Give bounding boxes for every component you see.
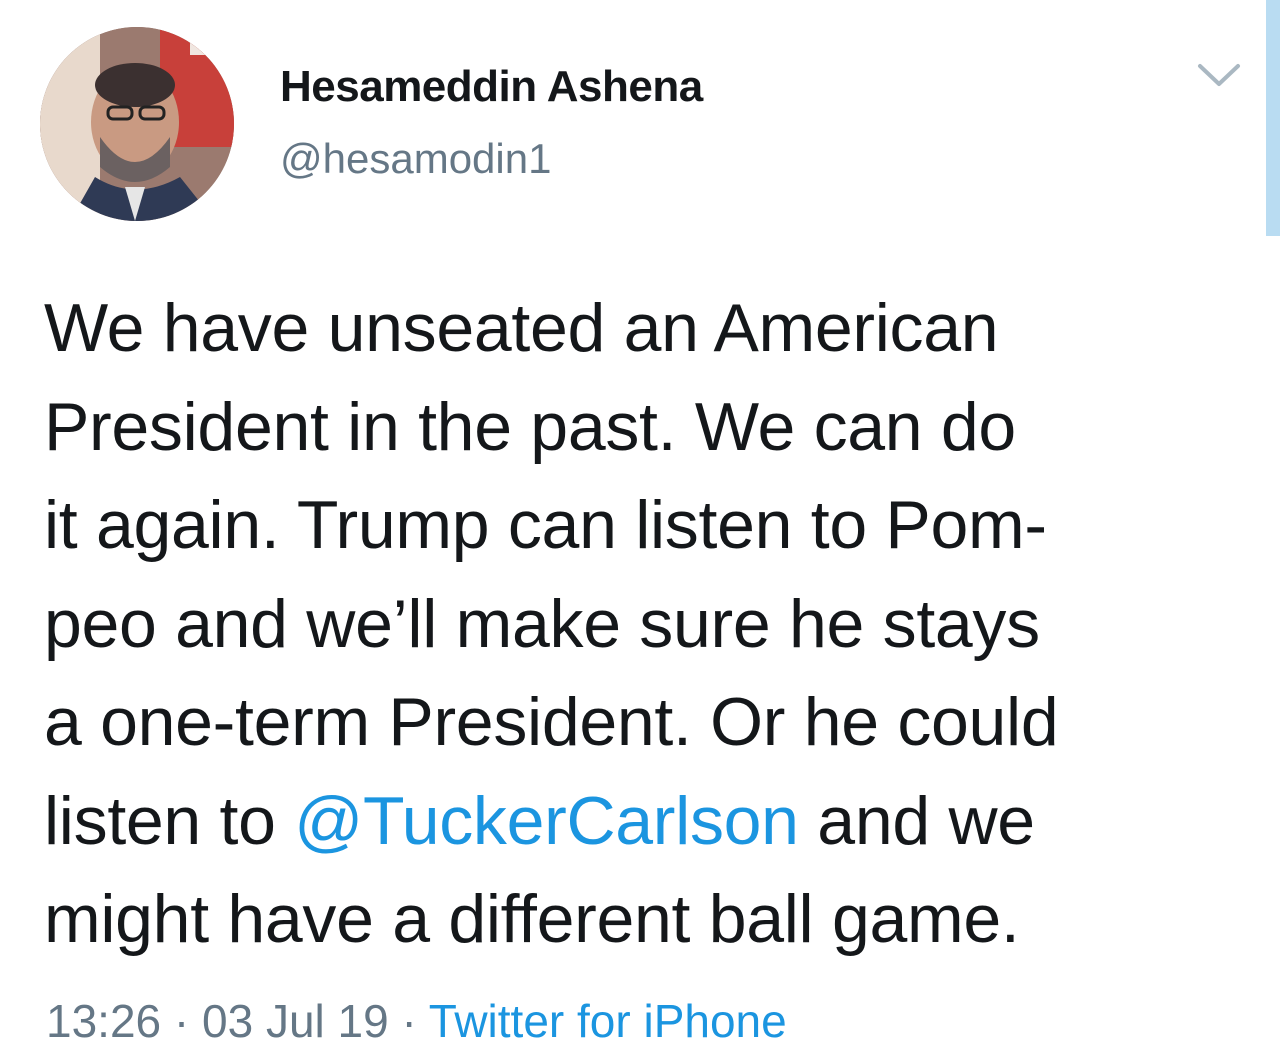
tweet-text-line: it again. Trump can listen to Pom-: [44, 487, 1047, 563]
tweet-text-line: peo and we’ll make sure he stays: [44, 585, 1040, 662]
tweet-text: We have unseated an American President i…: [44, 279, 1244, 969]
tweet-source-link[interactable]: Twitter for iPhone: [429, 995, 787, 1047]
tweet-meta: 13:26 · 03 Jul 19 · Twitter for iPhone: [46, 994, 787, 1048]
tweet-text-line: listen to @TuckerCarlson and we: [44, 772, 1244, 871]
tweet-date[interactable]: 03 Jul 19: [202, 995, 389, 1047]
tweet-text-line: We have unseated an American: [44, 290, 999, 366]
avatar[interactable]: [40, 27, 234, 221]
meta-separator: ·: [161, 995, 203, 1047]
profile-photo-icon: [40, 27, 234, 221]
tweet-text-segment: listen to: [44, 782, 295, 859]
author-display-name[interactable]: Hesameddin Ashena: [280, 62, 703, 112]
tweet-time[interactable]: 13:26: [46, 995, 161, 1047]
chevron-down-icon[interactable]: [1196, 60, 1242, 90]
tweet-text-line: President in the past. We can do: [44, 388, 1016, 465]
scroll-edge-indicator: [1266, 0, 1280, 236]
author-handle[interactable]: @hesamodin1: [280, 135, 551, 183]
tweet-text-line: might have a different ball game.: [44, 881, 1020, 957]
tweet-text-line: a one-term President. Or he could: [44, 684, 1059, 760]
meta-separator: ·: [388, 995, 429, 1047]
mention-link[interactable]: @TuckerCarlson: [294, 783, 799, 859]
tweet-card: Hesameddin Ashena @hesamodin1 We have un…: [0, 0, 1280, 1061]
tweet-text-segment: and we: [798, 782, 1035, 859]
